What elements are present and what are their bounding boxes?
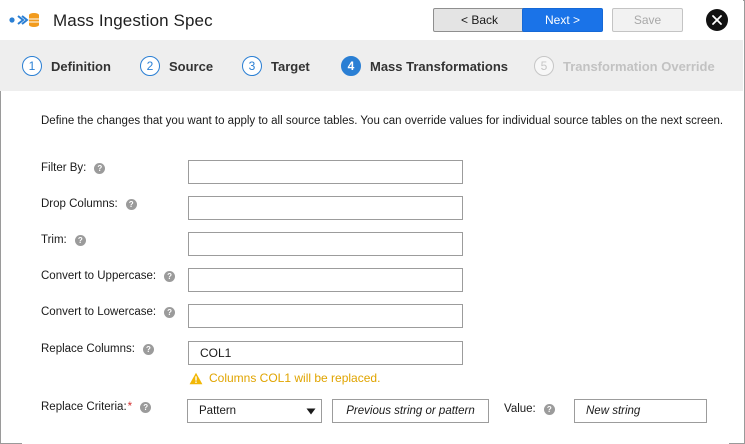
step-number: 1 [22,56,42,76]
step-number: 4 [341,56,361,76]
drop-columns-label: Drop Columns: ? [41,198,137,210]
mass-ingestion-icon [9,13,39,27]
trim-input[interactable] [188,232,463,256]
save-button[interactable]: Save [612,8,683,32]
help-icon[interactable]: ? [94,162,106,174]
filter-by-label-text: Filter By: [41,162,87,174]
help-icon[interactable]: ? [543,403,555,415]
trim-label-text: Trim: [41,234,67,246]
drop-columns-label-text: Drop Columns: [41,198,118,210]
warning-icon [189,372,203,384]
wizard-steps: 1 Definition 2 Source 3 Target 4 Mass Tr… [0,40,743,91]
step-number: 3 [242,56,262,76]
step-definition[interactable]: 1 Definition [22,55,111,77]
value-label-text: Value: [504,403,536,415]
chevron-down-icon [306,408,316,415]
value-label: Value: ? [504,403,555,415]
lowercase-label: Convert to Lowercase: ? [41,306,176,318]
step-transformation-override: 5 Transformation Override [534,55,715,77]
page-description: Define the changes that you want to appl… [41,115,724,127]
lowercase-input[interactable] [188,304,463,328]
uppercase-label: Convert to Uppercase: ? [41,270,176,282]
replace-warning: Columns COL1 will be replaced. [189,371,380,385]
replace-columns-label-text: Replace Columns: [41,343,135,355]
step-target[interactable]: 3 Target [242,55,310,77]
replace-criteria-selected: Pattern [199,405,237,417]
step-label: Target [271,58,310,74]
drop-columns-input[interactable] [188,196,463,220]
warning-text: Columns COL1 will be replaced. [209,371,381,385]
step-label: Source [169,58,214,74]
help-icon[interactable]: ? [164,270,176,282]
replace-criteria-label: Replace Criteria: * ? [41,401,152,413]
previous-string-button[interactable]: Previous string or pattern [332,399,489,423]
next-button[interactable]: Next > [522,8,603,32]
close-button[interactable] [706,9,728,31]
step-label: Definition [51,58,111,74]
replace-columns-label: Replace Columns: ? [41,343,154,355]
header: Mass Ingestion Spec < Back Next > Save [0,0,743,40]
step-number: 2 [140,56,160,76]
replace-columns-input[interactable] [188,341,463,365]
step-label: Transformation Override [563,58,715,74]
uppercase-label-text: Convert to Uppercase: [41,270,157,282]
lowercase-label-text: Convert to Lowercase: [41,306,157,318]
help-icon[interactable]: ? [125,198,137,210]
back-button[interactable]: < Back [433,8,526,32]
replace-criteria-select[interactable]: Pattern [187,399,322,423]
help-icon[interactable]: ? [164,306,176,318]
close-icon [712,15,722,25]
uppercase-input[interactable] [188,268,463,292]
step-number: 5 [534,56,554,76]
help-icon[interactable]: ? [142,343,154,355]
required-marker: * [127,401,133,413]
help-icon[interactable]: ? [74,234,86,246]
replace-criteria-label-text: Replace Criteria: [41,401,127,413]
step-label: Mass Transformations [370,58,508,74]
filter-by-input[interactable] [188,160,463,184]
step-source[interactable]: 2 Source [140,55,213,77]
step-mass-transformations[interactable]: 4 Mass Transformations [341,55,508,77]
help-icon[interactable]: ? [140,401,152,413]
page-title: Mass Ingestion Spec [53,11,213,30]
trim-label: Trim: ? [41,234,86,246]
new-string-input[interactable] [574,399,707,423]
filter-by-label: Filter By: ? [41,162,106,174]
